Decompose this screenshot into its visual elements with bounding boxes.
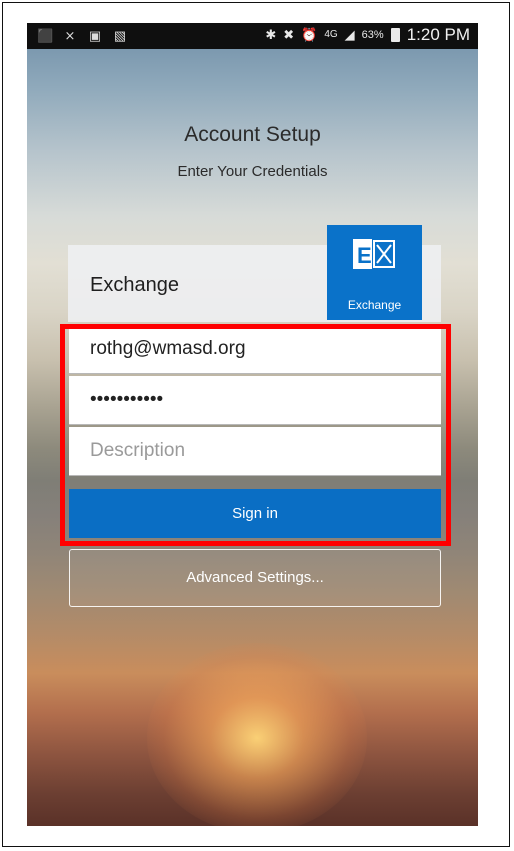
alarm-icon: ⏰ [301,27,318,42]
mute-icon: ✖ [283,27,295,42]
screenshot-icon: ▧ [113,28,127,43]
missed-call-icon: ⨯ [64,28,76,43]
gallery-icon: ▣ [88,28,102,43]
highlight-box [60,324,451,546]
advanced-settings-button[interactable]: Advanced Settings... [69,549,441,607]
status-bar: ⬛ ⨯ ▣ ▧ ✱ ✖ ⏰ 4G ◢ 63% 1:20 PM [27,23,478,49]
sunset-glow [147,643,367,826]
exchange-icon: E [353,239,395,269]
exchange-logo: E Exchange [327,225,422,320]
status-left-icons: ⬛ ⨯ ▣ ▧ [37,28,128,43]
page-title: Account Setup [184,123,321,146]
battery-icon [390,28,400,42]
status-time: 1:20 PM [406,25,470,44]
exchange-logo-label: Exchange [347,298,402,312]
signal-icon: ◢ [344,27,355,42]
phone-screen: ⬛ ⨯ ▣ ▧ ✱ ✖ ⏰ 4G ◢ 63% 1:20 PM Account S… [27,23,478,826]
battery-percent: 63% [361,29,384,41]
plus-notification-icon: ⬛ [37,28,54,43]
network-type: 4G [324,29,338,40]
bluetooth-icon: ✱ [265,27,277,42]
page-subtitle: Enter Your Credentials [177,163,328,180]
account-provider-name: Exchange [90,274,179,296]
svg-text:E: E [357,243,372,268]
status-right-icons: ✱ ✖ ⏰ 4G ◢ 63% 1:20 PM [265,25,470,44]
screenshot-frame: ⬛ ⨯ ▣ ▧ ✱ ✖ ⏰ 4G ◢ 63% 1:20 PM Account S… [2,2,510,847]
